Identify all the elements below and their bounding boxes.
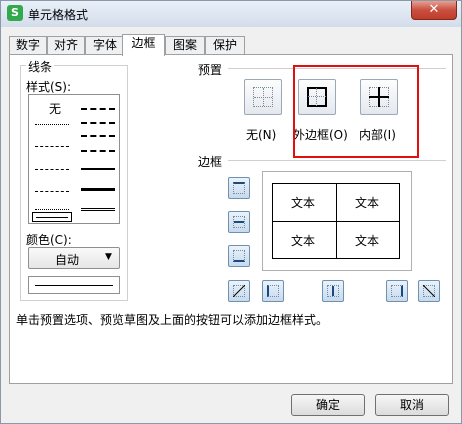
preview-cell-text: 文本 bbox=[291, 234, 316, 248]
preview-cell-text: 文本 bbox=[291, 196, 316, 210]
tab-alignment[interactable]: 对齐 bbox=[47, 36, 85, 55]
diagonal-up-icon bbox=[233, 285, 245, 297]
dialog-window: S 单元格格式 ✕ 数字 对齐 字体 边框 图案 保护 线条 样式(S): 无 bbox=[0, 0, 462, 424]
border-diagonal-up-button[interactable] bbox=[228, 280, 250, 302]
border-title: 边框 bbox=[198, 155, 223, 169]
preset-title: 预置 bbox=[198, 63, 223, 77]
line-style-dash-dot-dot[interactable] bbox=[35, 146, 69, 147]
color-value: 自动 bbox=[55, 253, 80, 267]
app-icon: S bbox=[7, 5, 23, 21]
line-style-medium-dashed[interactable] bbox=[81, 150, 115, 152]
border-middle-horizontal-icon bbox=[233, 216, 245, 228]
line-style-hairline-dotted[interactable] bbox=[35, 124, 69, 125]
title-bar[interactable]: S 单元格格式 ✕ bbox=[1, 1, 461, 27]
ok-button[interactable]: 确定 bbox=[291, 394, 365, 416]
line-style-medium-dash-dot-dot[interactable] bbox=[81, 108, 115, 110]
line-style-thick[interactable] bbox=[81, 188, 115, 191]
tab-pattern[interactable]: 图案 bbox=[165, 36, 205, 55]
tab-border[interactable]: 边框 bbox=[122, 34, 165, 56]
border-top-icon bbox=[233, 182, 245, 194]
line-style-slanted-dash-dot[interactable] bbox=[81, 122, 115, 124]
preset-none-button[interactable] bbox=[244, 79, 282, 115]
no-border-icon bbox=[253, 87, 273, 107]
close-icon: ✕ bbox=[428, 2, 440, 17]
tab-protection[interactable]: 保护 bbox=[205, 36, 245, 55]
border-left-icon bbox=[267, 285, 279, 297]
border-middle-vertical-icon bbox=[327, 285, 339, 297]
line-style-dotted[interactable] bbox=[35, 209, 69, 210]
tab-font[interactable]: 字体 bbox=[85, 36, 125, 55]
border-diagonal-down-button[interactable] bbox=[418, 280, 440, 302]
preset-none-label: 无(N) bbox=[246, 128, 277, 142]
border-middle-vertical-button[interactable] bbox=[322, 280, 344, 302]
tab-number[interactable]: 数字 bbox=[9, 36, 47, 55]
border-bottom-icon bbox=[233, 250, 245, 262]
window-title: 单元格格式 bbox=[28, 8, 89, 22]
border-preview[interactable]: 文本 文本 文本 文本 bbox=[262, 171, 412, 271]
line-style-double[interactable] bbox=[81, 208, 115, 211]
color-dropdown[interactable]: 自动 ▼ bbox=[28, 247, 120, 269]
cancel-button[interactable]: 取消 bbox=[375, 394, 449, 416]
color-label: 颜色(C): bbox=[26, 233, 72, 247]
line-style-dashed[interactable] bbox=[35, 191, 69, 192]
hint-text: 单击预置选项、预览草图及上面的按钮可以添加边框样式。 bbox=[16, 313, 329, 327]
border-right-button[interactable] bbox=[386, 280, 408, 302]
line-style-none[interactable]: 无 bbox=[49, 100, 61, 117]
style-label: 样式(S): bbox=[26, 80, 72, 94]
line-style-list[interactable]: 无 bbox=[28, 94, 120, 224]
line-style-dash-dot[interactable] bbox=[35, 169, 69, 170]
preview-cell-text: 文本 bbox=[355, 196, 380, 210]
border-right-icon bbox=[391, 285, 403, 297]
line-sample bbox=[28, 276, 120, 294]
tab-panel-border: 线条 样式(S): 无 颜色(C): 自动 ▼ 预置 无(N) 外边框(O) 内… bbox=[9, 54, 453, 384]
chevron-down-icon: ▼ bbox=[105, 252, 112, 262]
line-style-medium-dash-dot[interactable] bbox=[81, 135, 115, 137]
line-style-medium[interactable] bbox=[81, 168, 115, 170]
close-button[interactable]: ✕ bbox=[411, 1, 457, 20]
border-top-button[interactable] bbox=[228, 177, 250, 199]
line-style-thin-selected[interactable] bbox=[32, 212, 72, 222]
border-middle-horizontal-button[interactable] bbox=[228, 211, 250, 233]
border-left-button[interactable] bbox=[262, 280, 284, 302]
preview-cell-text: 文本 bbox=[355, 234, 380, 248]
border-bottom-button[interactable] bbox=[228, 245, 250, 267]
line-group-title: 线条 bbox=[26, 58, 55, 75]
diagonal-down-icon bbox=[423, 285, 435, 297]
highlight-box bbox=[293, 65, 419, 158]
